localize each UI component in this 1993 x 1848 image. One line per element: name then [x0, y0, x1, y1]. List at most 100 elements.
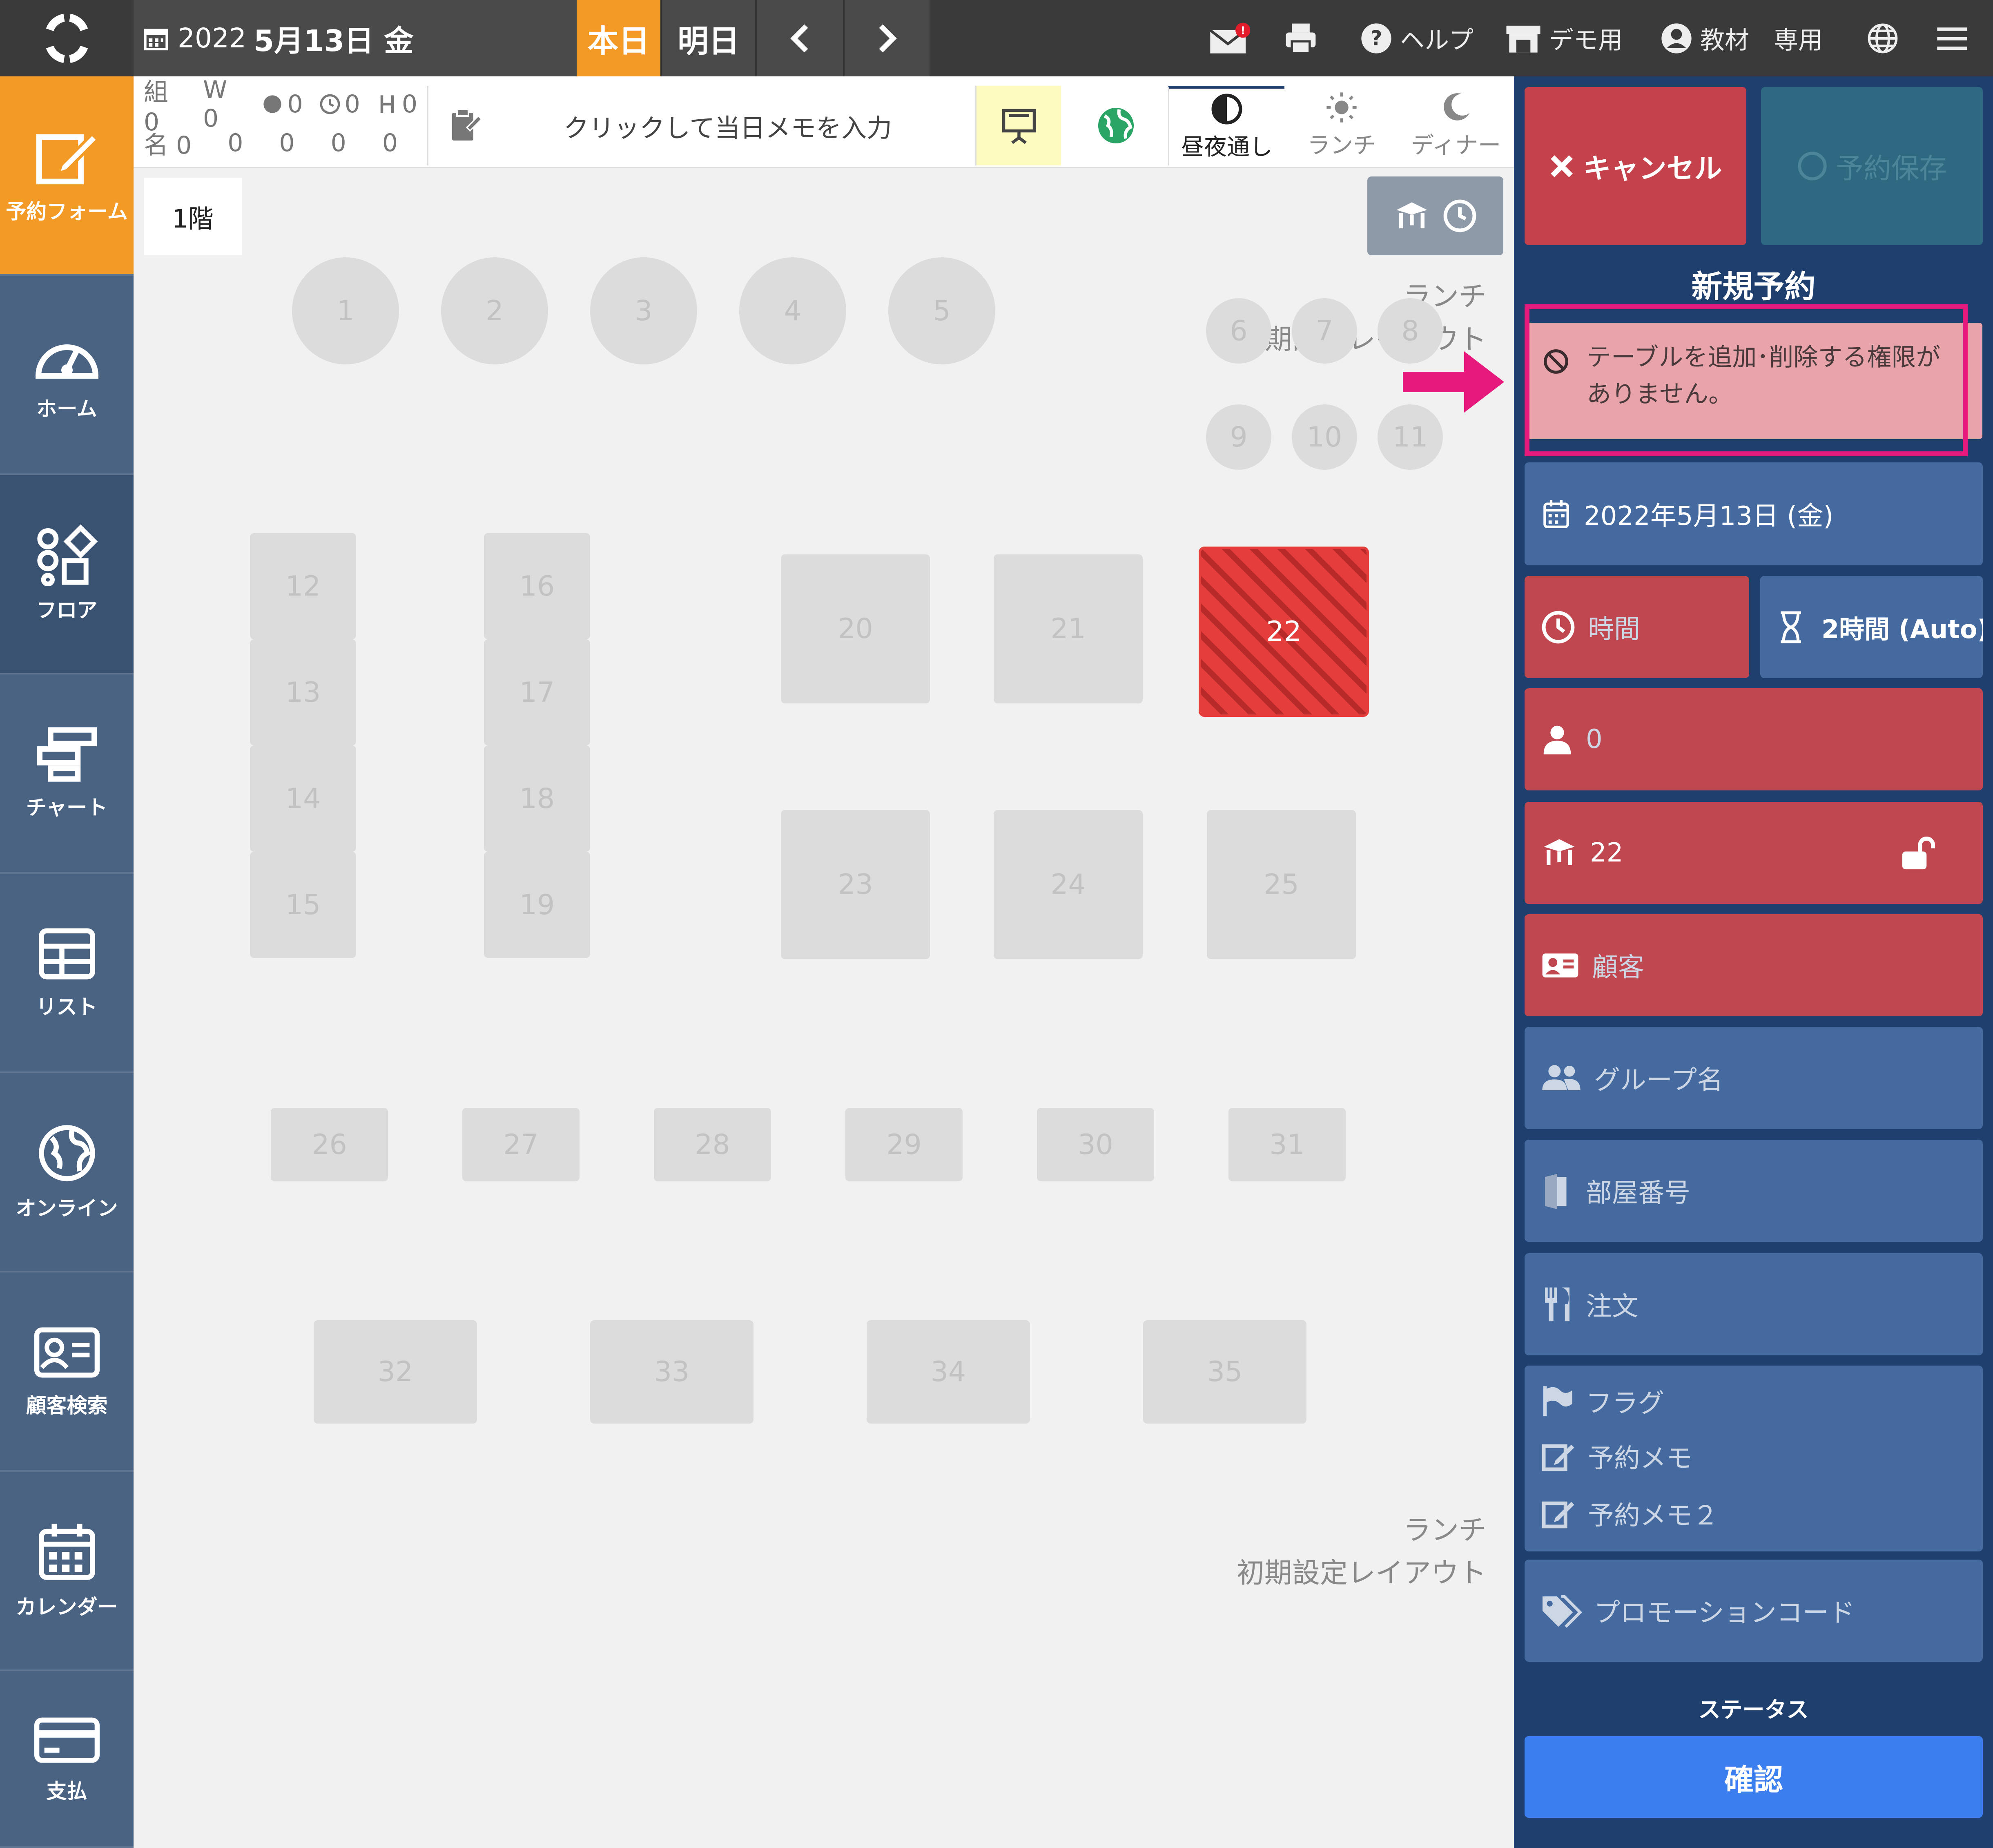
customer-field[interactable]: 顧客 [1525, 914, 1983, 1016]
table-13[interactable]: 13 [250, 639, 356, 745]
help-button[interactable]: ? ヘルプ [1360, 0, 1482, 76]
language-button[interactable] [1866, 0, 1907, 76]
cancel-button[interactable]: キャンセル [1525, 87, 1746, 245]
table-15[interactable]: 15 [250, 852, 356, 958]
table-1[interactable]: 1 [292, 257, 399, 364]
sidebar-item-customer-search[interactable]: 顧客検索 [0, 1272, 134, 1472]
presentation-button[interactable] [975, 86, 1061, 165]
date-selector[interactable]: 2022 5月13日 金 [134, 0, 577, 76]
group-name-field[interactable]: グループ名 [1525, 1027, 1983, 1129]
chair-icon [380, 95, 394, 113]
table-9[interactable]: 9 [1206, 404, 1271, 470]
chevron-left-icon [790, 24, 808, 52]
sidebar-item-chart[interactable]: チャート [0, 674, 134, 874]
table-12[interactable]: 12 [250, 533, 356, 639]
table-7[interactable]: 7 [1292, 298, 1357, 364]
table-27[interactable]: 27 [462, 1108, 580, 1181]
table-28[interactable]: 28 [654, 1108, 771, 1181]
time-field[interactable]: 時間 [1525, 576, 1749, 678]
table-21[interactable]: 21 [994, 554, 1143, 703]
table-26[interactable]: 26 [271, 1108, 388, 1181]
table-19[interactable]: 19 [484, 852, 590, 958]
table-icon [1396, 202, 1427, 228]
memo2-field[interactable]: 予約メモ２ [1525, 1489, 1983, 1538]
globe-icon [38, 1125, 95, 1181]
table-32[interactable]: 32 [314, 1320, 477, 1424]
duration-field[interactable]: 2時間 (Auto) [1760, 576, 1983, 678]
table-field[interactable]: 22 [1525, 802, 1983, 904]
user-avatar-icon [1661, 23, 1692, 54]
mail-button[interactable]: ! [1209, 0, 1254, 76]
prev-day-button[interactable] [755, 0, 843, 76]
table-10[interactable]: 10 [1292, 404, 1357, 470]
date-field[interactable]: 2022年5月13日 (金) [1525, 462, 1983, 565]
sidebar-item-calendar[interactable]: カレンダー [0, 1472, 134, 1671]
table-2[interactable]: 2 [441, 257, 548, 364]
table-20[interactable]: 20 [781, 554, 930, 703]
sidebar-item-reservation-form[interactable]: 予約フォーム [0, 76, 134, 276]
sidebar-item-label: オンライン [16, 1196, 118, 1220]
table-18[interactable]: 18 [484, 745, 590, 852]
table-31[interactable]: 31 [1228, 1108, 1346, 1181]
tab-lunch[interactable]: ランチ [1284, 86, 1399, 165]
next-day-button[interactable] [843, 0, 930, 76]
cancel-label: キャンセル [1583, 153, 1722, 185]
floor-tab-1f[interactable]: 1階 [144, 178, 242, 255]
calendar-icon [1543, 500, 1569, 528]
table-35[interactable]: 35 [1143, 1320, 1306, 1424]
group-name-label: グループ名 [1594, 1065, 1723, 1096]
app-logo[interactable] [0, 0, 134, 76]
table-4[interactable]: 4 [739, 257, 846, 364]
sidebar-item-label: カレンダー [16, 1595, 118, 1619]
status-select[interactable]: 確認 [1525, 1736, 1983, 1818]
table-33[interactable]: 33 [590, 1320, 754, 1424]
table-time-toggle[interactable] [1367, 176, 1503, 255]
date-text: 5月13日 金 [253, 24, 414, 58]
day-memo-field[interactable]: クリックして当日メモを入力 [427, 86, 974, 165]
table-22-selected[interactable]: 22 [1199, 547, 1369, 717]
room-number-field[interactable]: 部屋番号 [1525, 1140, 1983, 1242]
sidebar-item-home[interactable]: ホーム [0, 276, 134, 475]
table-16[interactable]: 16 [484, 533, 590, 639]
table-6[interactable]: 6 [1206, 298, 1271, 364]
stat-value: 0 [227, 129, 243, 157]
user-menu[interactable]: 教材 専用 [1660, 0, 1832, 76]
stat-people: 名 0 [144, 131, 192, 160]
tab-all-day[interactable]: 昼夜通し [1168, 86, 1284, 165]
print-button[interactable] [1282, 0, 1327, 76]
today-button[interactable]: 本日 [577, 0, 660, 76]
table-17[interactable]: 17 [484, 639, 590, 745]
table-value: 22 [1590, 838, 1623, 868]
table-25[interactable]: 25 [1207, 810, 1356, 959]
table-3[interactable]: 3 [590, 257, 697, 364]
date-year: 2022 [178, 22, 246, 54]
tomorrow-button[interactable]: 明日 [660, 0, 755, 76]
table-34[interactable]: 34 [867, 1320, 1030, 1424]
table-14[interactable]: 14 [250, 745, 356, 852]
demo-button[interactable]: デモ用 [1505, 0, 1627, 76]
table-23[interactable]: 23 [781, 810, 930, 959]
stat-pending: 0 [319, 90, 360, 118]
room-number-label: 部屋番号 [1586, 1178, 1690, 1208]
flag-field[interactable]: フラグ [1525, 1377, 1983, 1426]
online-toggle[interactable] [1064, 86, 1168, 165]
sidebar-item-floor[interactable]: フロア [0, 475, 134, 674]
promo-code-field[interactable]: プロモーションコード [1525, 1560, 1983, 1662]
save-button[interactable]: 予約保存 [1761, 87, 1983, 245]
table-30[interactable]: 30 [1037, 1108, 1154, 1181]
menu-button[interactable] [1936, 0, 1977, 76]
tab-dinner[interactable]: ディナー [1399, 86, 1513, 165]
guests-field[interactable]: 0 [1525, 688, 1983, 790]
sidebar-item-list[interactable]: リスト [0, 874, 134, 1073]
order-field[interactable]: 注文 [1525, 1253, 1983, 1355]
stats-row-2: 名 0 0 0 0 0 [144, 127, 417, 160]
unlock-icon[interactable] [1899, 834, 1938, 873]
table-24[interactable]: 24 [994, 810, 1143, 959]
memo1-field[interactable]: 予約メモ [1525, 1432, 1983, 1481]
sidebar-item-online[interactable]: オンライン [0, 1073, 134, 1272]
sidebar-item-payment[interactable]: 支払 [0, 1671, 134, 1848]
table-5[interactable]: 5 [888, 257, 995, 364]
tab-label: 昼夜通し [1181, 134, 1273, 161]
table-29[interactable]: 29 [845, 1108, 963, 1181]
calendar-icon [144, 29, 168, 50]
